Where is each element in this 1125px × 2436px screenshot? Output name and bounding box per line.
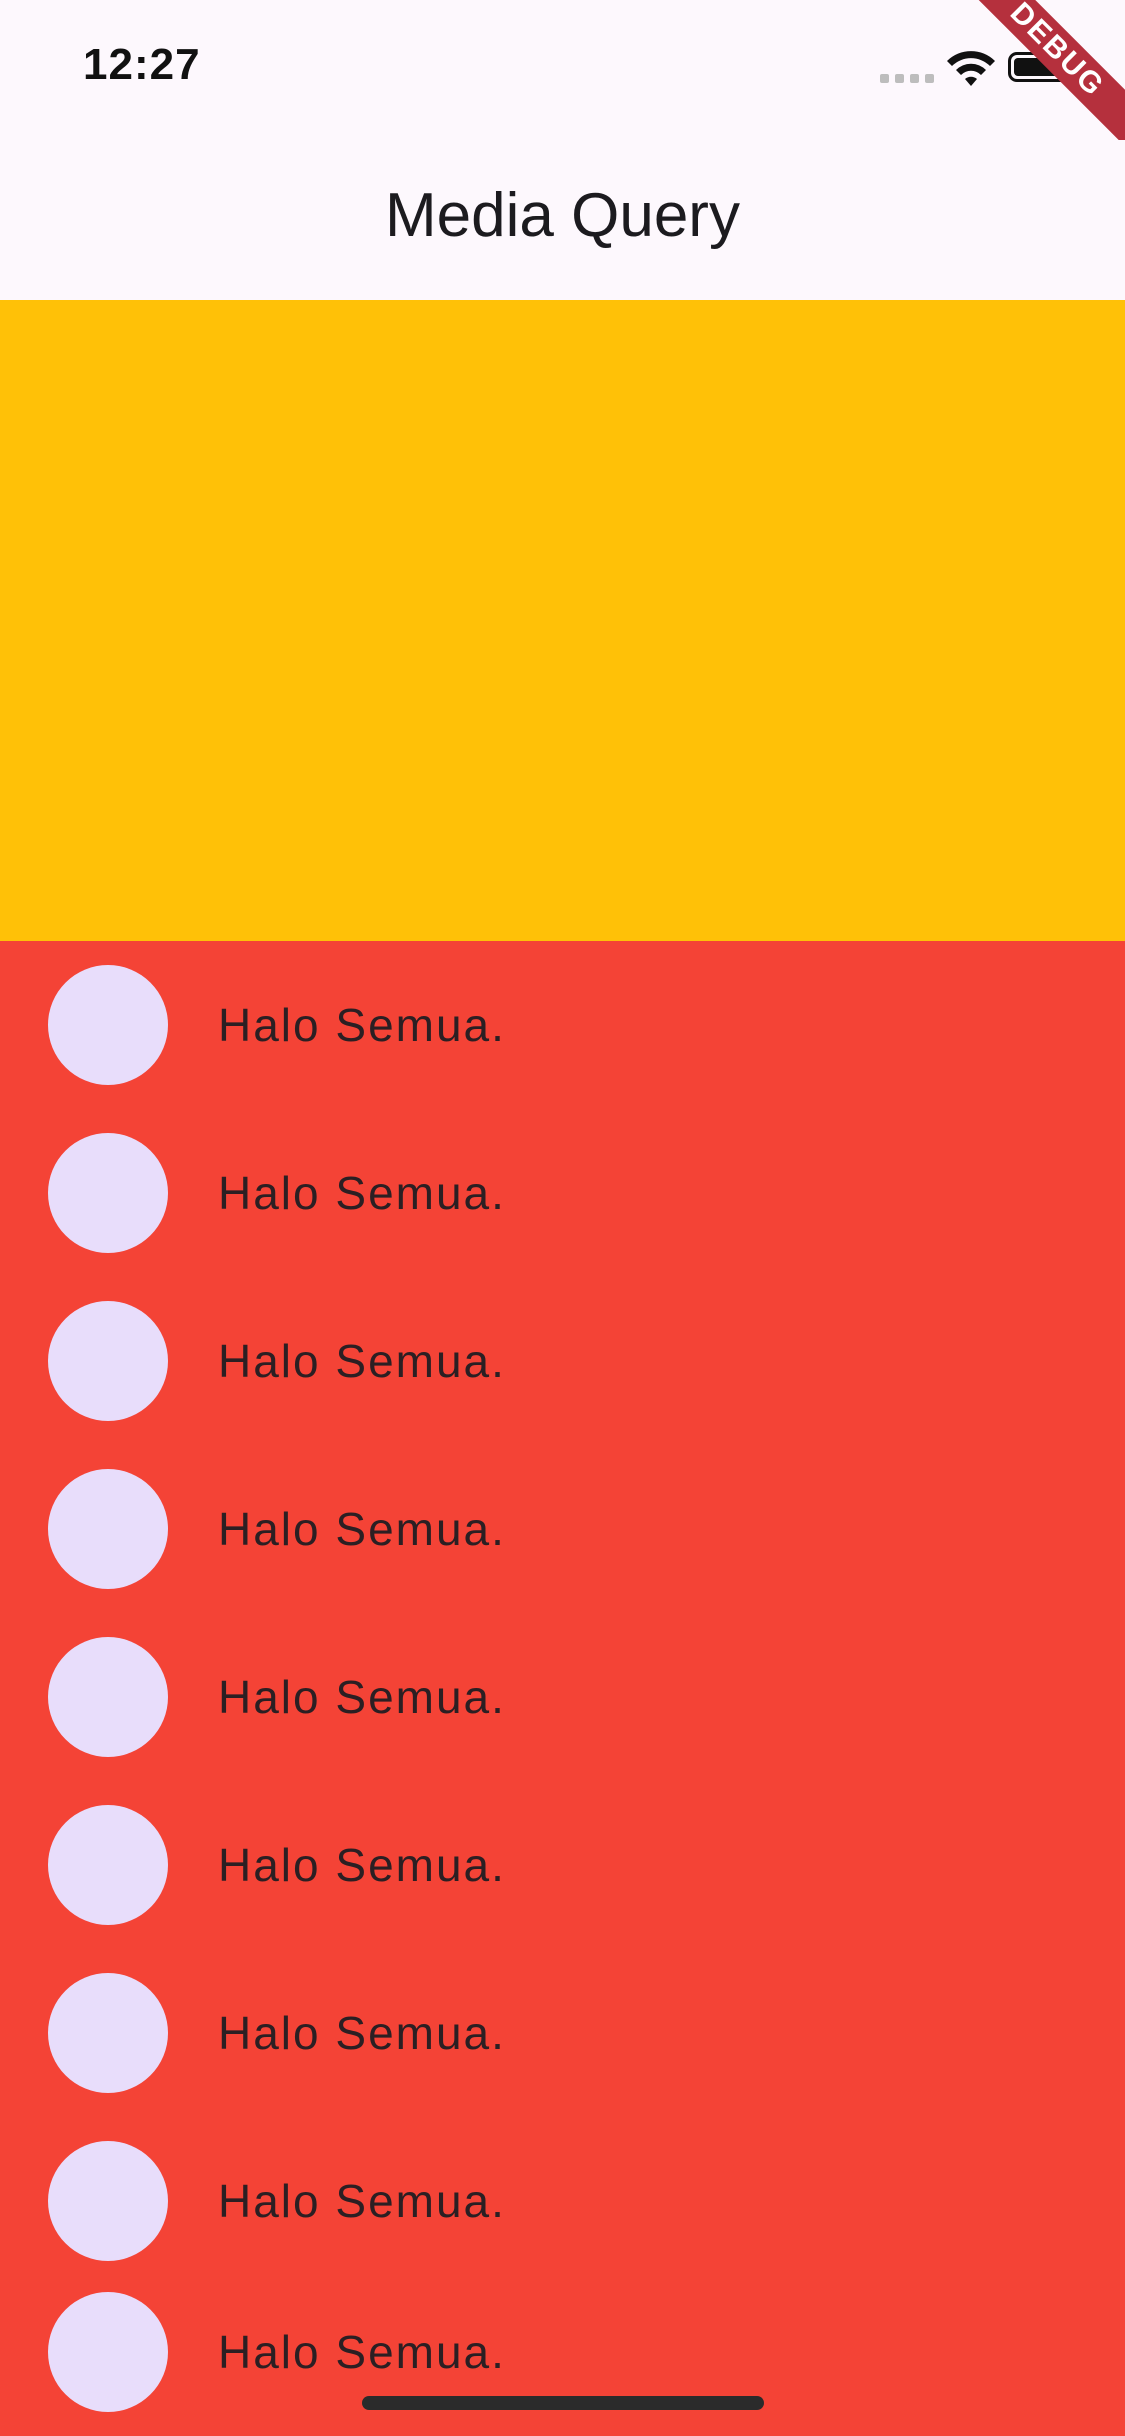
list-item[interactable]: Halo Semua. <box>0 1613 1125 1781</box>
list-item-label: Halo Semua. <box>218 1503 506 1555</box>
avatar <box>48 1133 168 1253</box>
list-item-label: Halo Semua. <box>218 2326 506 2378</box>
avatar <box>48 1301 168 1421</box>
list-item[interactable]: Halo Semua. <box>0 1781 1125 1949</box>
avatar <box>48 1469 168 1589</box>
list-item[interactable]: Halo Semua. <box>0 1109 1125 1277</box>
wifi-icon <box>947 51 995 86</box>
avatar <box>48 2292 168 2412</box>
list-item-label: Halo Semua. <box>218 1671 506 1723</box>
cellular-signal-icon <box>880 74 934 83</box>
list-item-label: Halo Semua. <box>218 1839 506 1891</box>
list-item[interactable]: Halo Semua. <box>0 1277 1125 1445</box>
list-item-label: Halo Semua. <box>218 1167 506 1219</box>
avatar <box>48 1973 168 2093</box>
item-list: Halo Semua. Halo Semua. Halo Semua. Halo… <box>0 941 1125 2436</box>
avatar <box>48 1637 168 1757</box>
yellow-banner <box>0 300 1125 941</box>
list-item-label: Halo Semua. <box>218 999 506 1051</box>
status-time: 12:27 <box>83 40 201 89</box>
list-item[interactable]: Halo Semua. <box>0 941 1125 1109</box>
list-item[interactable]: Halo Semua. <box>0 1949 1125 2117</box>
list-item-label: Halo Semua. <box>218 1335 506 1387</box>
avatar <box>48 2141 168 2261</box>
list-item[interactable]: Halo Semua. <box>0 1445 1125 1613</box>
list-item[interactable]: Halo Semua. <box>0 2268 1125 2436</box>
list-item[interactable]: Halo Semua. <box>0 2117 1125 2285</box>
app-bar: Media Query <box>0 140 1125 300</box>
list-item-label: Halo Semua. <box>218 2007 506 2059</box>
page-title: Media Query <box>385 181 740 250</box>
list-item-label: Halo Semua. <box>218 2175 506 2227</box>
home-indicator[interactable] <box>362 2396 764 2410</box>
avatar <box>48 1805 168 1925</box>
status-bar: 12:27 <box>0 0 1125 140</box>
avatar <box>48 965 168 1085</box>
